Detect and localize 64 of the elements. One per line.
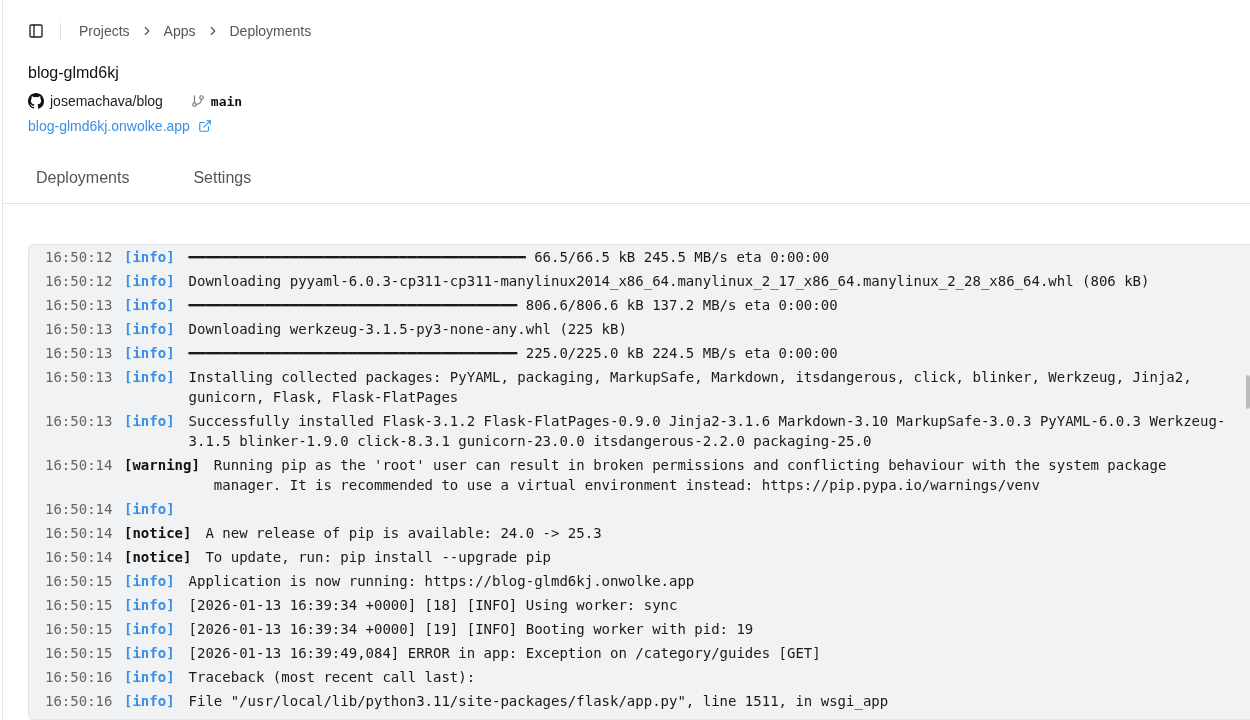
log-time: 16:50:14: [45, 548, 113, 567]
log-time: 16:50:13: [45, 344, 113, 363]
log-message: Successfully installed Flask-3.1.2 Flask-FlatPages-0.9.0 Jinja2-3.1.6 Markdown-3.10 MarkupSafe-3.0.3 PyYAML-6.0.3 Werkzeug-3.1.5 blinker-1.9.0 click-8.3.1 gunicorn-23.0.0 itsdangerous-2.2.0 packaging-25.0: [188, 412, 1227, 451]
log-message: ━━━━━━━━━━━━━━━━━━━━━━━━━━━━━━━━━━━━━━━ 806.6/806.6 kB 137.2 MB/s eta 0:00:00: [188, 296, 839, 315]
tab[interactable]: Deployments: [36, 167, 130, 189]
log-time: 16:50:14: [45, 524, 113, 543]
log-message: [2026-01-13 16:39:34 +0000] [18] [INFO] Using worker: sync: [188, 596, 679, 615]
log-level: [info]: [124, 344, 175, 363]
log-time: 16:50:15: [45, 572, 113, 591]
log-message: Traceback (most recent call last):: [188, 668, 477, 687]
log-level: [info]: [124, 296, 175, 315]
log-time: 16:50:13: [45, 412, 113, 431]
breadcrumb-link[interactable]: Deployments: [229, 23, 312, 39]
log-level: [notice]: [124, 524, 192, 543]
log-time: 16:50:15: [45, 620, 113, 639]
log-message: Downloading pyyaml-6.0.3-cp311-cp311-manylinux2014_x86_64.manylinux_2_17_x86_64.manylinux_2_28_x86_64.whl (806 kB): [188, 272, 1151, 291]
branch-name: main: [210, 93, 243, 109]
external-link-icon: [197, 119, 212, 133]
app-name: blog-glmd6kj: [28, 64, 120, 82]
log-level: [warning]: [124, 456, 200, 475]
sidebar-toggle-icon[interactable]: [28, 23, 44, 39]
log-level: [info]: [124, 272, 175, 291]
log-time: 16:50:13: [45, 320, 113, 339]
log-level: [notice]: [124, 548, 192, 567]
log-message: [2026-01-13 16:39:49,084] ERROR in app: Exception on /category/guides [GET]: [188, 644, 822, 663]
branch-icon: [190, 94, 205, 108]
log-time: 16:50:12: [45, 248, 113, 267]
log-message: [2026-01-13 16:39:34 +0000] [19] [INFO] Booting worker with pid: 19: [188, 620, 755, 639]
tab[interactable]: Settings: [193, 167, 252, 189]
log-message: Application is now running: https://blog-glmd6kj.onwolke.app: [188, 572, 696, 591]
log-time: 16:50:15: [45, 644, 113, 663]
log-message: ━━━━━━━━━━━━━━━━━━━━━━━━━━━━━━━━━━━━━━━ 225.0/225.0 kB 224.5 MB/s eta 0:00:00: [188, 344, 839, 363]
log-message: File "/usr/local/lib/python3.11/site-packages/flask/app.py", line 1511, in wsgi_app: [188, 692, 890, 711]
app-url-link[interactable]: blog-glmd6kj.onwolke.app: [28, 118, 212, 134]
log-level: [info]: [124, 620, 175, 639]
log-message: To update, run: pip install --upgrade pip: [205, 548, 552, 567]
log-level: [info]: [124, 412, 175, 431]
log-level: [info]: [124, 668, 175, 687]
log-time: 16:50:16: [45, 692, 113, 711]
scrollbar-thumb[interactable]: [1246, 375, 1250, 409]
repo-name: josemachava/blog: [50, 93, 163, 109]
log-time: 16:50:15: [45, 596, 113, 615]
log-level: [info]: [124, 596, 175, 615]
log-level: [info]: [124, 572, 175, 591]
log-time: 16:50:12: [45, 272, 113, 291]
log-level: [info]: [124, 368, 175, 387]
log-message: Running pip as the 'root' user can result in broken permissions and conflicting behaviour with the system package manager. It is recommended to use a virtual environment instead: https://pip.pypa.io/warnings/venv: [213, 456, 1168, 495]
log-time: 16:50:16: [45, 668, 113, 687]
log-level: [info]: [124, 248, 175, 267]
breadcrumb-link[interactable]: Apps: [163, 23, 196, 39]
log-message: Installing collected packages: PyYAML, packaging, MarkupSafe, Markdown, itsdangerous, click, blinker, Werkzeug, Jinja2, gunicorn, Flask, Flask-FlatPages: [188, 368, 1193, 407]
log-level: [info]: [124, 692, 175, 711]
log-level: [info]: [124, 644, 175, 663]
breadcrumb-link[interactable]: Projects: [79, 23, 130, 39]
log-time: 16:50:14: [45, 500, 113, 519]
log-time: 16:50:13: [45, 296, 113, 315]
log-message: A new release of pip is available: 24.0 -> 25.3: [205, 524, 603, 543]
log-message: ━━━━━━━━━━━━━━━━━━━━━━━━━━━━━━━━━━━━━━━━ 66.5/66.5 kB 245.5 MB/s eta 0:00:00: [188, 248, 831, 267]
log-level: [info]: [124, 320, 175, 339]
log-message: Downloading werkzeug-3.1.5-py3-none-any.whl (225 kB): [188, 320, 628, 339]
log-level: [info]: [124, 500, 175, 519]
log-time: 16:50:13: [45, 368, 113, 387]
log-time: 16:50:14: [45, 456, 113, 475]
github-icon: [28, 93, 44, 109]
